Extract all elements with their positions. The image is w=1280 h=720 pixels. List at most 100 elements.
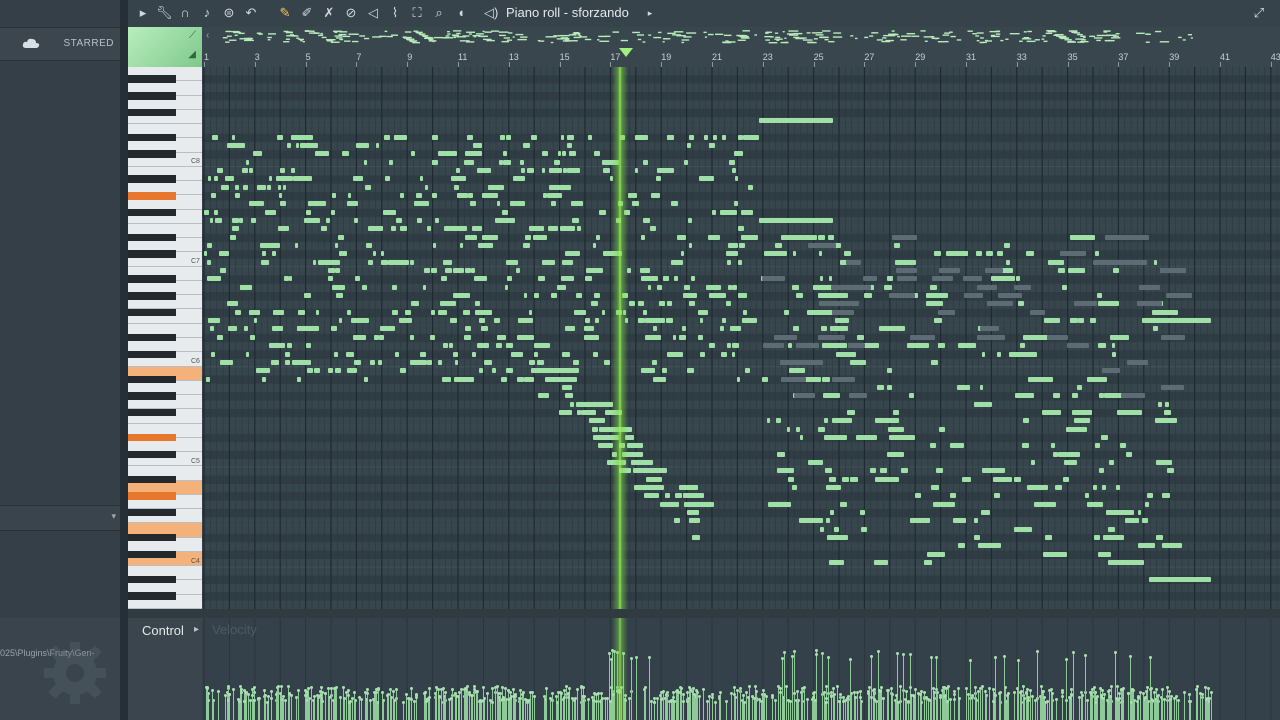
midi-note[interactable] — [670, 259, 683, 265]
velocity-stem[interactable] — [522, 693, 523, 720]
velocity-handle[interactable] — [266, 700, 269, 704]
velocity-stem[interactable] — [471, 694, 472, 720]
velocity-stem[interactable] — [1066, 699, 1067, 720]
velocity-lane[interactable] — [202, 618, 1280, 720]
stamp-icon[interactable]: ⊜ — [222, 6, 236, 20]
velocity-stem[interactable] — [311, 686, 312, 720]
midi-note[interactable] — [856, 334, 865, 340]
velocity-handle[interactable] — [867, 691, 870, 695]
midi-note[interactable] — [589, 418, 605, 424]
midi-note[interactable] — [280, 201, 287, 207]
midi-note[interactable] — [392, 309, 399, 315]
midi-note[interactable] — [432, 243, 436, 249]
midi-note[interactable] — [861, 526, 867, 532]
midi-note[interactable] — [588, 334, 599, 340]
velocity-stem[interactable] — [298, 689, 299, 720]
midi-note[interactable] — [926, 301, 943, 307]
midi-note[interactable] — [511, 351, 523, 357]
midi-note[interactable] — [1101, 484, 1106, 490]
ghost-note[interactable] — [1013, 284, 1031, 290]
midi-note[interactable] — [566, 134, 571, 140]
velocity-handle[interactable] — [512, 687, 515, 691]
midi-note[interactable] — [1094, 443, 1100, 449]
midi-note[interactable] — [520, 159, 525, 165]
midi-note[interactable] — [565, 259, 570, 265]
velocity-handle[interactable] — [698, 695, 701, 699]
velocity-stem[interactable] — [593, 700, 594, 720]
velocity-handle[interactable] — [245, 690, 248, 694]
velocity-stem[interactable] — [212, 690, 213, 720]
midi-note[interactable] — [261, 376, 266, 382]
midi-note[interactable] — [437, 309, 447, 315]
midi-note[interactable] — [759, 118, 833, 124]
midi-note[interactable] — [384, 176, 390, 182]
velocity-stem[interactable] — [1148, 701, 1149, 720]
velocity-stem[interactable] — [328, 687, 329, 720]
midi-note[interactable] — [1070, 234, 1095, 240]
midi-note[interactable] — [728, 159, 736, 165]
midi-note[interactable] — [538, 276, 545, 282]
midi-note[interactable] — [411, 151, 416, 157]
velocity-stem[interactable] — [582, 695, 583, 720]
midi-note[interactable] — [279, 168, 285, 174]
velocity-handle[interactable] — [1046, 699, 1049, 703]
velocity-stem[interactable] — [225, 695, 226, 720]
midi-note[interactable] — [1152, 326, 1158, 332]
midi-note[interactable] — [933, 318, 942, 324]
velocity-stem[interactable] — [636, 656, 637, 720]
midi-note[interactable] — [952, 518, 966, 524]
velocity-handle[interactable] — [825, 700, 828, 704]
velocity-stem[interactable] — [940, 697, 941, 720]
midi-note[interactable] — [598, 426, 609, 432]
velocity-stem[interactable] — [780, 692, 781, 720]
velocity-handle[interactable] — [1157, 693, 1160, 697]
velocity-stem[interactable] — [497, 686, 498, 720]
midi-note[interactable] — [292, 176, 305, 182]
midi-note[interactable] — [388, 259, 399, 265]
midi-note[interactable] — [1093, 534, 1101, 540]
midi-note[interactable] — [222, 268, 226, 274]
velocity-stem[interactable] — [1020, 692, 1021, 720]
midi-note[interactable] — [884, 284, 893, 290]
velocity-stem[interactable] — [1044, 697, 1045, 720]
note-icon[interactable]: ♪ — [200, 6, 214, 20]
midi-note[interactable] — [1097, 343, 1106, 349]
velocity-handle[interactable] — [307, 686, 310, 690]
brush-icon[interactable]: ✐ — [300, 6, 314, 20]
midi-note[interactable] — [586, 401, 592, 407]
midi-note[interactable] — [687, 509, 700, 515]
velocity-handle[interactable] — [988, 686, 991, 690]
midi-note[interactable] — [644, 334, 661, 340]
midi-note[interactable] — [214, 209, 218, 215]
midi-note[interactable] — [603, 359, 611, 365]
velocity-stem[interactable] — [510, 697, 511, 720]
midi-note[interactable] — [1115, 484, 1121, 490]
midi-note[interactable] — [1062, 476, 1070, 482]
velocity-stem[interactable] — [1132, 688, 1133, 720]
velocity-stem[interactable] — [926, 697, 927, 720]
midi-note[interactable] — [551, 293, 558, 299]
midi-note[interactable] — [375, 143, 380, 149]
velocity-stem[interactable] — [239, 700, 240, 720]
velocity-stem[interactable] — [663, 691, 664, 720]
velocity-stem[interactable] — [317, 694, 318, 720]
midi-note[interactable] — [1068, 268, 1085, 274]
midi-note[interactable] — [484, 234, 488, 240]
midi-note[interactable] — [822, 376, 830, 382]
midi-note[interactable] — [979, 384, 983, 390]
midi-note[interactable] — [994, 543, 1002, 549]
velocity-handle[interactable] — [1144, 696, 1147, 700]
velocity-stem[interactable] — [365, 691, 366, 720]
midi-note[interactable] — [568, 151, 576, 157]
midi-note[interactable] — [1023, 418, 1029, 424]
midi-note[interactable] — [235, 309, 241, 315]
velocity-stem[interactable] — [472, 695, 473, 720]
velocity-stem[interactable] — [278, 686, 279, 720]
velocity-handle[interactable] — [774, 698, 777, 702]
midi-note[interactable] — [820, 526, 825, 532]
velocity-handle[interactable] — [711, 695, 714, 699]
velocity-stem[interactable] — [308, 687, 309, 720]
velocity-handle[interactable] — [460, 687, 463, 691]
velocity-stem[interactable] — [378, 689, 379, 720]
piano-key-cs4[interactable] — [128, 550, 176, 559]
